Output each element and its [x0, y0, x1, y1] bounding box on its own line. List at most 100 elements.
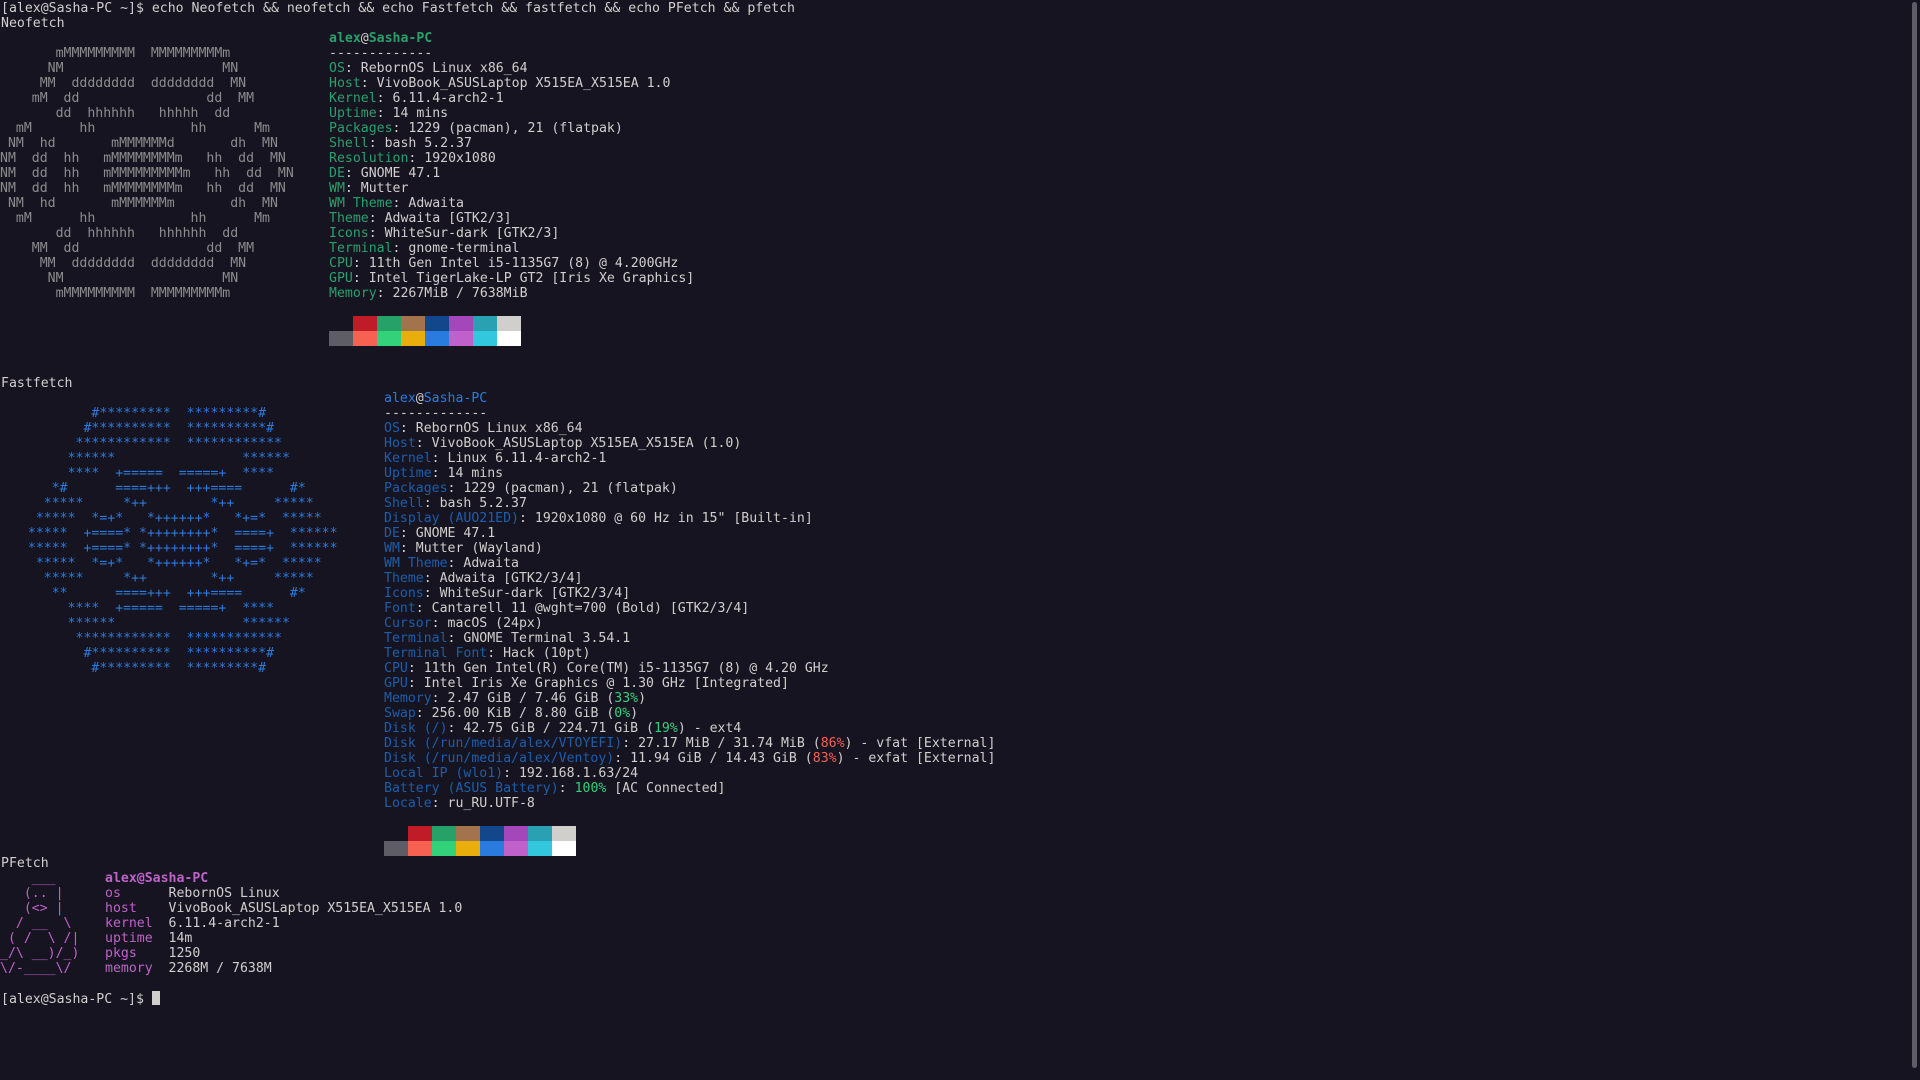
- color-swatch: [449, 316, 473, 331]
- info-key: Disk (/run/media/alex/Ventoy): [384, 751, 615, 766]
- info-row: Theme: Adwaita [GTK2/3/4]: [384, 571, 583, 586]
- info-value: 11th Gen Intel(R) Core(TM) i5-1135G7 (8)…: [423, 661, 829, 676]
- info-row: DE: GNOME 47.1: [384, 526, 496, 541]
- info-row: Icons: WhiteSur-dark [GTK2/3]: [329, 226, 560, 241]
- color-swatch: [432, 841, 456, 856]
- info-value: 1920x1080: [424, 151, 496, 166]
- info-row: os RebornOS Linux: [105, 886, 462, 901]
- info-value: Mutter: [360, 181, 409, 196]
- info-row: Memory: 2.47 GiB / 7.46 GiB (33%): [384, 691, 647, 706]
- color-swatch: [353, 316, 377, 331]
- info-key: DE: [329, 166, 345, 181]
- color-swatch: [377, 331, 401, 346]
- info-key: Kernel: [384, 451, 432, 466]
- info-value: GNOME Terminal 3.54.1: [463, 631, 631, 646]
- info-key: Cursor: [384, 616, 432, 631]
- info-row: kernel 6.11.4-arch2-1: [105, 916, 462, 931]
- info-row: Host: VivoBook_ASUSLaptop X515EA_X515EA …: [329, 76, 671, 91]
- command-text: echo Neofetch && neofetch && echo Fastfe…: [143, 1, 795, 16]
- info-row: GPU: Intel TigerLake-LP GT2 [Iris Xe Gra…: [329, 271, 695, 286]
- info-key: os: [105, 886, 121, 901]
- fastfetch-separator: -------------: [384, 406, 488, 421]
- info-value: 11.94 GiB / 14.43 GiB (: [630, 751, 813, 766]
- pfetch-logo-art: ___ (.. | (<> | / __ \ ( / \ /| _/\ __)/…: [0, 871, 80, 976]
- info-row: WM: Mutter (Wayland): [384, 541, 543, 556]
- info-value: 2268M / 7638M: [168, 961, 272, 976]
- info-percent: 33%: [614, 691, 639, 706]
- color-swatch: [401, 331, 425, 346]
- info-key: Shell: [384, 496, 424, 511]
- info-key: Resolution: [329, 151, 409, 166]
- info-value: 256.00 KiB / 8.80 GiB (: [431, 706, 615, 721]
- info-key: OS: [384, 421, 400, 436]
- info-row: CPU: 11th Gen Intel i5-1135G7 (8) @ 4.20…: [329, 256, 679, 271]
- info-value-tail: ): [638, 691, 647, 706]
- info-row: Shell: bash 5.2.37: [329, 136, 472, 151]
- terminal-window[interactable]: [alex@Sasha-PC ~]$ echo Neofetch && neof…: [0, 0, 1905, 1080]
- pfetch-info: alex@Sasha-PC os RebornOS Linux host Vivo…: [105, 871, 462, 976]
- info-value-tail: ): [630, 706, 639, 721]
- neofetch-logo-art: mMMMMMMMMM MMMMMMMMMm NM MN MM dddddddd …: [0, 46, 294, 301]
- info-value: GNOME 47.1: [415, 526, 496, 541]
- active-prompt-line[interactable]: [alex@Sasha-PC ~]$: [1, 991, 160, 1007]
- info-row: host VivoBook_ASUSLaptop X515EA_X515EA 1…: [105, 901, 462, 916]
- info-row: Resolution: 1920x1080: [329, 151, 496, 166]
- scrollbar-thumb[interactable]: [1912, 2, 1917, 1068]
- info-value-tail: ) - vfat [External]: [844, 736, 996, 751]
- color-swatch: [456, 841, 480, 856]
- color-swatch: [480, 841, 504, 856]
- info-row: Packages: 1229 (pacman), 21 (flatpak): [384, 481, 678, 496]
- at-sign: @: [360, 31, 369, 46]
- info-key: WM: [329, 181, 345, 196]
- info-value: 14m: [168, 931, 193, 946]
- info-value-tail: ) - ext4: [677, 721, 742, 736]
- hostname: Sasha-PC: [368, 31, 433, 46]
- info-row: OS: RebornOS Linux x86_64: [384, 421, 583, 436]
- info-row: WM: Mutter: [329, 181, 409, 196]
- color-swatch: [504, 826, 528, 841]
- info-row: Disk (/run/media/alex/Ventoy): 11.94 GiB…: [384, 751, 996, 766]
- color-swatch: [353, 331, 377, 346]
- info-value: 1920x1080 @ 60 Hz in 15" [Built-in]: [534, 511, 813, 526]
- info-row: uptime 14m: [105, 931, 462, 946]
- shell-prompt: [alex@Sasha-PC ~]$: [1, 1, 144, 16]
- info-value: 1250: [168, 946, 201, 961]
- info-key: WM Theme: [384, 556, 448, 571]
- info-row: Swap: 256.00 KiB / 8.80 GiB (0%): [384, 706, 639, 721]
- username: alex: [384, 391, 416, 406]
- info-value: Linux 6.11.4-arch2-1: [447, 451, 607, 466]
- info-row: GPU: Intel Iris Xe Graphics @ 1.30 GHz […: [384, 676, 789, 691]
- info-key: Battery (ASUS Battery): [384, 781, 559, 796]
- info-row: Disk (/run/media/alex/VTOYEFI): 27.17 Mi…: [384, 736, 996, 751]
- info-value: 6.11.4-arch2-1: [168, 916, 280, 931]
- info-value: 2267MiB / 7638MiB: [392, 286, 528, 301]
- info-value: RebornOS Linux: [168, 886, 280, 901]
- at-sign: @: [415, 391, 424, 406]
- info-key: host: [105, 901, 137, 916]
- terminal-scrollbar[interactable]: [1905, 0, 1920, 1080]
- info-key: WM Theme: [329, 196, 393, 211]
- info-key: Local IP (wlo1): [384, 766, 504, 781]
- info-row: Shell: bash 5.2.37: [384, 496, 527, 511]
- info-key: Icons: [329, 226, 369, 241]
- info-value: Mutter (Wayland): [415, 541, 543, 556]
- color-swatch: [552, 826, 576, 841]
- info-key: Uptime: [329, 106, 377, 121]
- info-value-tail: [AC Connected]: [606, 781, 726, 796]
- info-row: Disk (/): 42.75 GiB / 224.71 GiB (19%) -…: [384, 721, 742, 736]
- color-swatch: [473, 331, 497, 346]
- info-value: bash 5.2.37: [384, 136, 472, 151]
- info-value: VivoBook_ASUSLaptop X515EA_X515EA (1.0): [431, 436, 742, 451]
- color-swatch: [329, 331, 353, 346]
- info-value: ru_RU.UTF-8: [447, 796, 535, 811]
- info-key: Display (AUO21ED): [384, 511, 519, 526]
- info-key: Theme: [384, 571, 424, 586]
- info-row: Icons: WhiteSur-dark [GTK2/3/4]: [384, 586, 631, 601]
- info-key: Packages: [329, 121, 393, 136]
- fastfetch-userline: alex@Sasha-PC: [384, 391, 995, 406]
- fastfetch-info: alex@Sasha-PC ------------- OS: RebornOS…: [384, 391, 995, 811]
- info-value: WhiteSur-dark [GTK2/3/4]: [439, 586, 631, 601]
- info-row: Memory: 2267MiB / 7638MiB: [329, 286, 528, 301]
- color-swatch: [408, 841, 432, 856]
- info-row: Uptime: 14 mins: [384, 466, 504, 481]
